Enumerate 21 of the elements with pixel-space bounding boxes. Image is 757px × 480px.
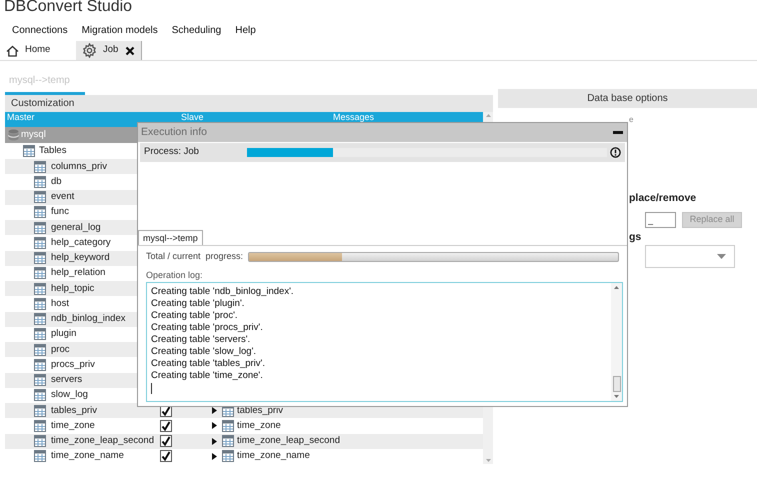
log-label: Operation log: — [146, 270, 204, 281]
slave-column-header: Slave — [181, 112, 205, 124]
process-label: Process: Job — [144, 145, 200, 160]
progress-label: Total / current progress: — [146, 250, 244, 264]
replace-heading: place/remove — [629, 192, 698, 205]
messages-column-header: Messages — [333, 112, 374, 124]
tab-label: Job — [103, 43, 118, 58]
database-name: mysql — [21, 128, 46, 142]
slave-table-name: time_zone_name — [237, 449, 310, 464]
tab-label: Home — [25, 43, 50, 58]
dialog-title: Execution info — [141, 124, 207, 140]
slave-table-name: time_zone_leap_second — [237, 434, 340, 448]
option-label: e — [629, 115, 634, 125]
slave-table-name: time_zone — [237, 418, 281, 433]
settings-heading: gs — [629, 231, 642, 244]
connection-label: mysql-->temp — [8, 74, 71, 87]
master-column-header: Master — [6, 112, 36, 124]
database-options-header: Data base options — [498, 89, 757, 108]
folder-name: Tables — [39, 144, 66, 158]
slave-table-name: tables_priv — [237, 404, 283, 418]
customization-header: Customization — [5, 95, 493, 112]
